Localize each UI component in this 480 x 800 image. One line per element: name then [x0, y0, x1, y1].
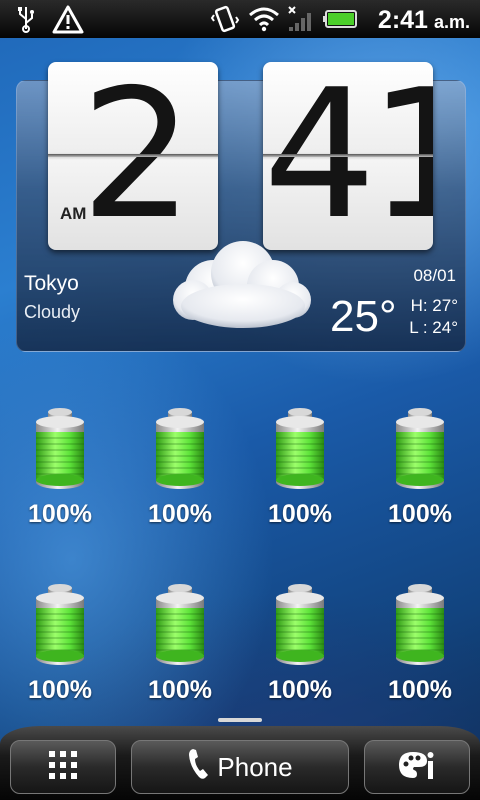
- battery-level-icon: [274, 408, 326, 492]
- battery-percent: 100%: [148, 500, 212, 528]
- battery-percent: 100%: [148, 676, 212, 704]
- status-ampm: a.m.: [433, 12, 470, 32]
- weather-city: Tokyo: [24, 272, 79, 295]
- battery-level-icon: [394, 408, 446, 492]
- battery-level-icon: [34, 584, 86, 668]
- status-time: 2:41: [377, 6, 428, 34]
- battery-widget[interactable]: 100%: [360, 584, 480, 724]
- phone-label: Phone: [217, 751, 293, 782]
- all-apps-button[interactable]: [10, 740, 116, 794]
- battery-widget[interactable]: 100%: [0, 584, 120, 724]
- flip-divider: [48, 154, 218, 157]
- personalize-button[interactable]: [364, 740, 470, 794]
- battery-percent: 100%: [388, 500, 452, 528]
- cloud-icon: [158, 228, 318, 338]
- status-clock: 2:41 a.m.: [378, 0, 470, 38]
- usb-icon: [12, 0, 40, 38]
- battery-level-icon: [394, 584, 446, 668]
- grid-icon: [48, 750, 78, 785]
- phone-icon: [187, 747, 211, 788]
- hour-flip-card[interactable]: 2 AM: [48, 62, 218, 250]
- battery-icon: [322, 0, 358, 38]
- battery-widget[interactable]: 100%: [240, 408, 360, 548]
- weather-low: L : 24°: [409, 318, 458, 337]
- flip-divider: [263, 154, 433, 157]
- battery-level-icon: [274, 584, 326, 668]
- dock: Phone: [0, 718, 480, 800]
- battery-widget[interactable]: 100%: [120, 408, 240, 548]
- battery-percent: 100%: [28, 676, 92, 704]
- weather-condition: Cloudy: [24, 302, 81, 322]
- battery-level-icon: [154, 584, 206, 668]
- battery-widget[interactable]: 100%: [240, 584, 360, 724]
- battery-percent: 100%: [388, 676, 452, 704]
- dock-handle[interactable]: [218, 718, 262, 722]
- weather-date: 08/01: [413, 266, 456, 285]
- minute-flip-card[interactable]: 41: [263, 62, 433, 250]
- battery-widget[interactable]: 100%: [0, 408, 120, 548]
- phone-button[interactable]: Phone: [131, 740, 349, 794]
- warning-icon: [50, 0, 86, 38]
- weather-high: H: 27°: [410, 296, 458, 315]
- battery-widget[interactable]: 100%: [360, 408, 480, 548]
- battery-percent: 100%: [268, 676, 332, 704]
- vibrate-icon: [208, 0, 242, 38]
- personalize-icon: [397, 749, 437, 786]
- weather-temperature: 25°: [330, 292, 397, 341]
- battery-percent: 100%: [268, 500, 332, 528]
- battery-percent: 100%: [28, 500, 92, 528]
- wifi-icon: [246, 0, 282, 38]
- status-bar[interactable]: 2:41 a.m.: [0, 0, 480, 38]
- battery-widget[interactable]: 100%: [120, 584, 240, 724]
- battery-level-icon: [34, 408, 86, 492]
- clock-weather-widget[interactable]: 2 AM 41 Tokyo Cloudy 08/01 25° H: 27° L …: [16, 62, 466, 352]
- battery-level-icon: [154, 408, 206, 492]
- signal-icon: [286, 0, 316, 38]
- clock-ampm: AM: [60, 204, 87, 223]
